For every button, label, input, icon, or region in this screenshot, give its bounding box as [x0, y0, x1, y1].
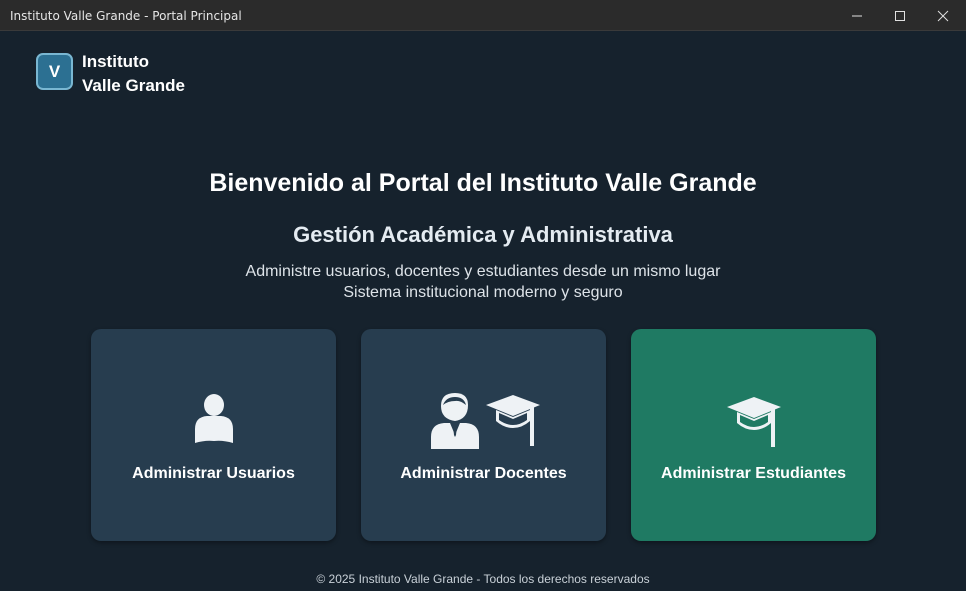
manage-teachers-card[interactable]: Administrar Docentes	[361, 329, 606, 541]
close-button[interactable]	[920, 0, 965, 31]
maximize-button[interactable]	[877, 0, 922, 31]
minimize-icon	[851, 15, 862, 16]
page-description: Administre usuarios, docentes y estudian…	[0, 261, 966, 303]
user-icon	[195, 394, 233, 443]
manage-teachers-label: Administrar Docentes	[400, 465, 567, 482]
close-icon	[937, 10, 948, 21]
brand-name: Instituto Valle Grande	[82, 50, 185, 98]
window-title: Instituto Valle Grande - Portal Principa…	[10, 9, 242, 23]
footer-copyright: © 2025 Instituto Valle Grande - Todos lo…	[316, 572, 650, 586]
logo: V	[36, 53, 73, 90]
brand-name-line1: Instituto	[82, 52, 150, 71]
logo-letter: V	[48, 61, 61, 81]
manage-users-card[interactable]: Administrar Usuarios	[91, 329, 336, 541]
brand-name-line2: Valle Grande	[82, 76, 185, 95]
manage-students-card[interactable]: Administrar Estudiantes	[631, 329, 876, 541]
minimize-button[interactable]	[834, 0, 879, 31]
description-line2: Sistema institucional moderno y seguro	[343, 284, 623, 301]
manage-users-label: Administrar Usuarios	[132, 465, 295, 482]
window-titlebar: Instituto Valle Grande - Portal Principa…	[0, 0, 966, 31]
maximize-icon	[894, 10, 905, 21]
description-line1: Administre usuarios, docentes y estudian…	[245, 263, 721, 280]
teacher-icon	[431, 393, 540, 449]
graduation-cap-icon	[727, 397, 781, 447]
page-title: Bienvenido al Portal del Instituto Valle…	[209, 169, 757, 197]
page-subtitle: Gestión Académica y Administrativa	[293, 222, 673, 247]
manage-students-label: Administrar Estudiantes	[661, 465, 846, 482]
main-window: V Instituto Valle Grande Bienvenido al P…	[0, 32, 966, 591]
